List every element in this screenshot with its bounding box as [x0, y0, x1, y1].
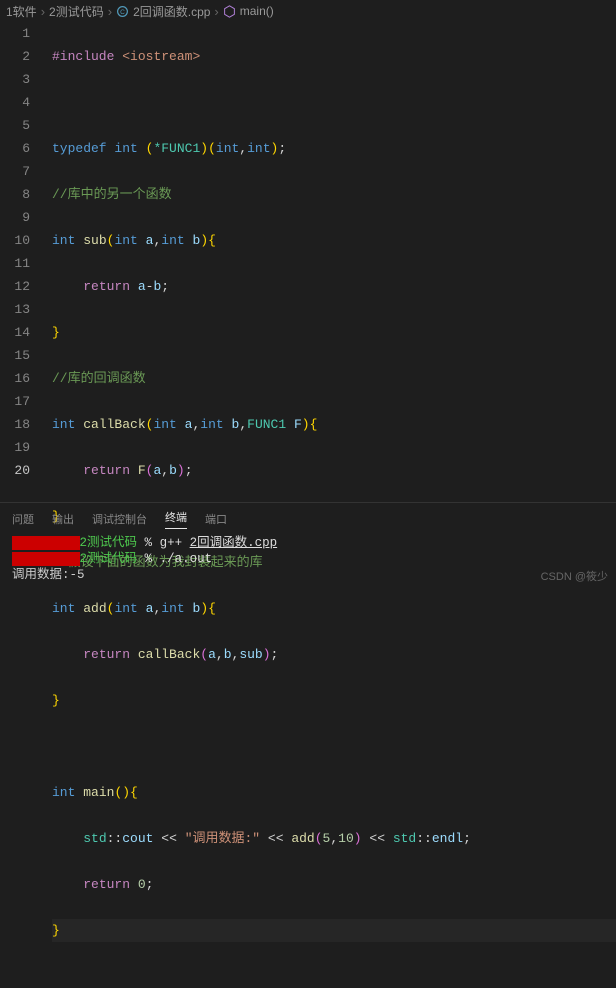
- terminal-user: XXXXXXXXX: [12, 536, 80, 550]
- function-icon: [223, 5, 236, 18]
- terminal-file-link[interactable]: 2回调函数.cpp: [190, 536, 278, 550]
- terminal[interactable]: XXXXXXXXX2测试代码 % g++ 2回调函数.cpp XXXXXXXXX…: [0, 533, 616, 587]
- tab-terminal[interactable]: 终端: [165, 509, 187, 529]
- tab-output[interactable]: 输出: [52, 511, 74, 527]
- breadcrumb-item[interactable]: 1软件: [6, 3, 37, 20]
- terminal-dir: 2测试代码: [80, 552, 138, 566]
- breadcrumb-item[interactable]: main(): [223, 4, 274, 18]
- breadcrumb-item[interactable]: 2测试代码: [49, 3, 104, 20]
- tab-debug-console[interactable]: 调试控制台: [92, 511, 147, 527]
- cpp-file-icon: C: [116, 5, 129, 18]
- tab-problems[interactable]: 问题: [12, 511, 34, 527]
- chevron-right-icon: ›: [108, 4, 112, 19]
- terminal-user: XXXXXXXXX: [12, 552, 80, 566]
- code-area[interactable]: #include <iostream> typedef int (*FUNC1)…: [44, 22, 616, 502]
- chevron-right-icon: ›: [41, 4, 45, 19]
- breadcrumb-item[interactable]: C 2回调函数.cpp: [116, 3, 210, 20]
- breadcrumb: 1软件 › 2测试代码 › C 2回调函数.cpp › main(): [0, 0, 616, 22]
- line-number-gutter: 1 2 3 4 5 6 7 8 9 10 11 12 13 14 15 16 1…: [0, 22, 44, 502]
- tab-ports[interactable]: 端口: [205, 511, 227, 527]
- watermark: CSDN @筱少: [541, 569, 608, 585]
- svg-text:C: C: [120, 8, 125, 15]
- chevron-right-icon: ›: [214, 4, 218, 19]
- terminal-output: 调用数据:-5: [12, 568, 85, 582]
- code-editor[interactable]: 1 2 3 4 5 6 7 8 9 10 11 12 13 14 15 16 1…: [0, 22, 616, 502]
- terminal-dir: 2测试代码: [80, 536, 138, 550]
